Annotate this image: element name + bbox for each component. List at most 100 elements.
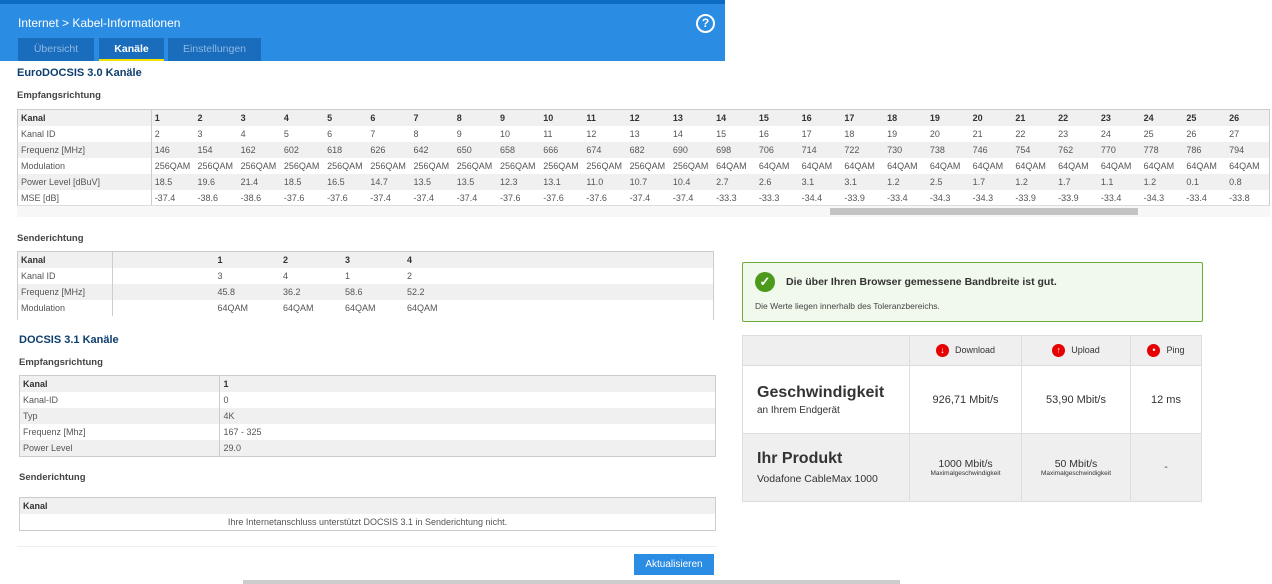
cell: 64QAM	[887, 161, 918, 171]
cell: 7	[370, 129, 376, 139]
cell: 256QAM	[327, 161, 363, 171]
status-box: ✓ Die über Ihren Browser gemessene Bandb…	[742, 262, 1203, 322]
docsis30-title: EuroDOCSIS 3.0 Kanäle	[17, 67, 142, 79]
tab-uebersicht[interactable]: Übersicht	[18, 38, 94, 61]
cell: 64QAM	[345, 303, 376, 313]
download-header: Download	[954, 344, 996, 355]
table-row: Frequenz [MHz] 45.8 36.2 58.6 52.2	[18, 284, 713, 300]
cell: 23	[1100, 113, 1111, 123]
cell: 15	[758, 113, 769, 123]
cell: 626	[370, 145, 386, 155]
cell: -34.3	[929, 193, 951, 203]
help-icon[interactable]: ?	[696, 14, 715, 33]
refresh-button[interactable]: Aktualisieren	[634, 554, 714, 575]
cell: -38.6	[240, 193, 262, 203]
cell: 167 - 325	[223, 427, 262, 437]
row-label: Power Level	[20, 440, 220, 456]
cell: -33.4	[1100, 193, 1122, 203]
cell: 786	[1186, 145, 1202, 155]
ping-icon: •	[1147, 344, 1161, 357]
row-label: Kanal	[20, 376, 220, 392]
cell: 746	[972, 145, 988, 155]
cell: 722	[844, 145, 860, 155]
cell: 21	[1015, 113, 1026, 123]
docsis31-title: DOCSIS 3.1 Kanäle	[19, 334, 119, 346]
cell: 658	[499, 145, 516, 155]
cell: 3	[197, 129, 203, 139]
cell: 7	[413, 113, 419, 123]
cell: 64QAM	[1100, 161, 1132, 171]
cell: 64QAM	[1015, 161, 1046, 171]
tab-kanaele[interactable]: Kanäle	[99, 38, 164, 61]
speed-subtitle: an Ihrem Endgerät	[757, 404, 840, 416]
cell: 12	[629, 113, 640, 123]
cell: 11	[586, 113, 596, 123]
docsis31-downstream-table: Kanal 1 Kanal-ID 0 Typ 4K Frequenz [Mhz] 167 - …	[19, 375, 716, 457]
downstream-table: Kanal 1 2 3 4 5 6 7 8 9 10 11 12 13 14 15 16 17 18 19 20 21 22…	[17, 109, 1270, 217]
cell: 1.7	[1058, 177, 1071, 187]
cell: -37.6	[586, 193, 607, 203]
ping-value: 12 ms	[1130, 365, 1202, 434]
table-row: Power Level 29.0	[20, 440, 715, 456]
cell: 650	[456, 145, 472, 155]
cell: -33.4	[1186, 193, 1207, 203]
scrollbar-thumb[interactable]	[830, 208, 1138, 215]
download-speed: 926,71 Mbit/s	[909, 365, 1022, 434]
cell: 9	[499, 113, 505, 123]
docsis31-upstream-table: Kanal Ihre Internetanschluss unterstützt…	[19, 497, 716, 531]
cell: 64QAM	[1186, 161, 1217, 171]
product-upload: 50 Mbit/s	[1054, 458, 1098, 470]
cell: 26	[1186, 129, 1197, 139]
bottom-bar	[243, 580, 900, 584]
kanal-header: Kanal	[23, 501, 48, 511]
upstream-title: Senderichtung	[17, 233, 84, 244]
cell: 754	[1015, 145, 1031, 155]
cell: 10.4	[672, 177, 691, 187]
table-row: Kanal ID 2 3 4 5 6 7 8 9 10 11 12 13 14 15 16 17 18 19 20 21…	[18, 126, 1269, 142]
table-row: Typ 4K	[20, 408, 715, 424]
cell: 19	[929, 113, 940, 123]
upstream-unsupported-message: Ihre Internetanschluss unterstützt DOCSI…	[227, 517, 508, 527]
cell: 3	[345, 255, 351, 265]
upload-speed: 53,90 Mbit/s	[1021, 365, 1131, 434]
cell: -33.3	[716, 193, 737, 203]
upload-icon: ↑	[1052, 344, 1066, 357]
upstream-table: Kanal 1 2 3 4 Kanal ID 3 4 1 2 Frequenz [MHz] 45.8 3…	[17, 251, 714, 321]
table-row: Kanal 1	[20, 376, 715, 392]
status-title: Die über Ihren Browser gemessene Bandbre…	[786, 276, 1057, 288]
product-name: Vodafone CableMax 1000	[757, 473, 878, 485]
breadcrumb: Internet > Kabel-Informationen	[18, 16, 181, 30]
cell: 45.8	[217, 287, 236, 297]
cell: 64QAM	[407, 303, 438, 313]
cell: 256QAM	[154, 161, 191, 171]
row-label: Kanal ID	[18, 126, 152, 142]
cell: 674	[586, 145, 602, 155]
cell: 2	[197, 113, 203, 123]
cell: 64QAM	[1058, 161, 1089, 171]
cell: 64QAM	[1143, 161, 1175, 171]
cell: -33.3	[758, 193, 780, 203]
cell: 0.8	[1229, 177, 1242, 187]
tab-einstellungen[interactable]: Einstellungen	[168, 38, 261, 61]
cell: 58.6	[345, 287, 363, 297]
cell: 64QAM	[283, 303, 314, 313]
cell: 794	[1229, 145, 1245, 155]
cell: 24	[1143, 113, 1154, 123]
cell: 0	[223, 395, 229, 405]
cell: 20	[972, 113, 983, 123]
cell: 256QAM	[240, 161, 277, 171]
cell: 256QAM	[499, 161, 536, 171]
cell: 256QAM	[283, 161, 320, 171]
cell: 9	[456, 129, 462, 139]
cell: 2	[407, 271, 413, 281]
table-row: Kanal 1 2 3 4 5 6 7 8 9 10 11 12 13 14 15 16 17 18 19 20 21 22…	[18, 110, 1269, 126]
cell: 2	[283, 255, 289, 265]
cell: 1	[223, 379, 229, 389]
cell: 64QAM	[758, 161, 790, 171]
cell: -37.6	[283, 193, 305, 203]
cell: 2.7	[716, 177, 729, 187]
cell: -37.4	[370, 193, 391, 203]
cell: 16	[801, 113, 812, 123]
cell: 10	[543, 113, 554, 123]
cell: 64QAM	[801, 161, 833, 171]
